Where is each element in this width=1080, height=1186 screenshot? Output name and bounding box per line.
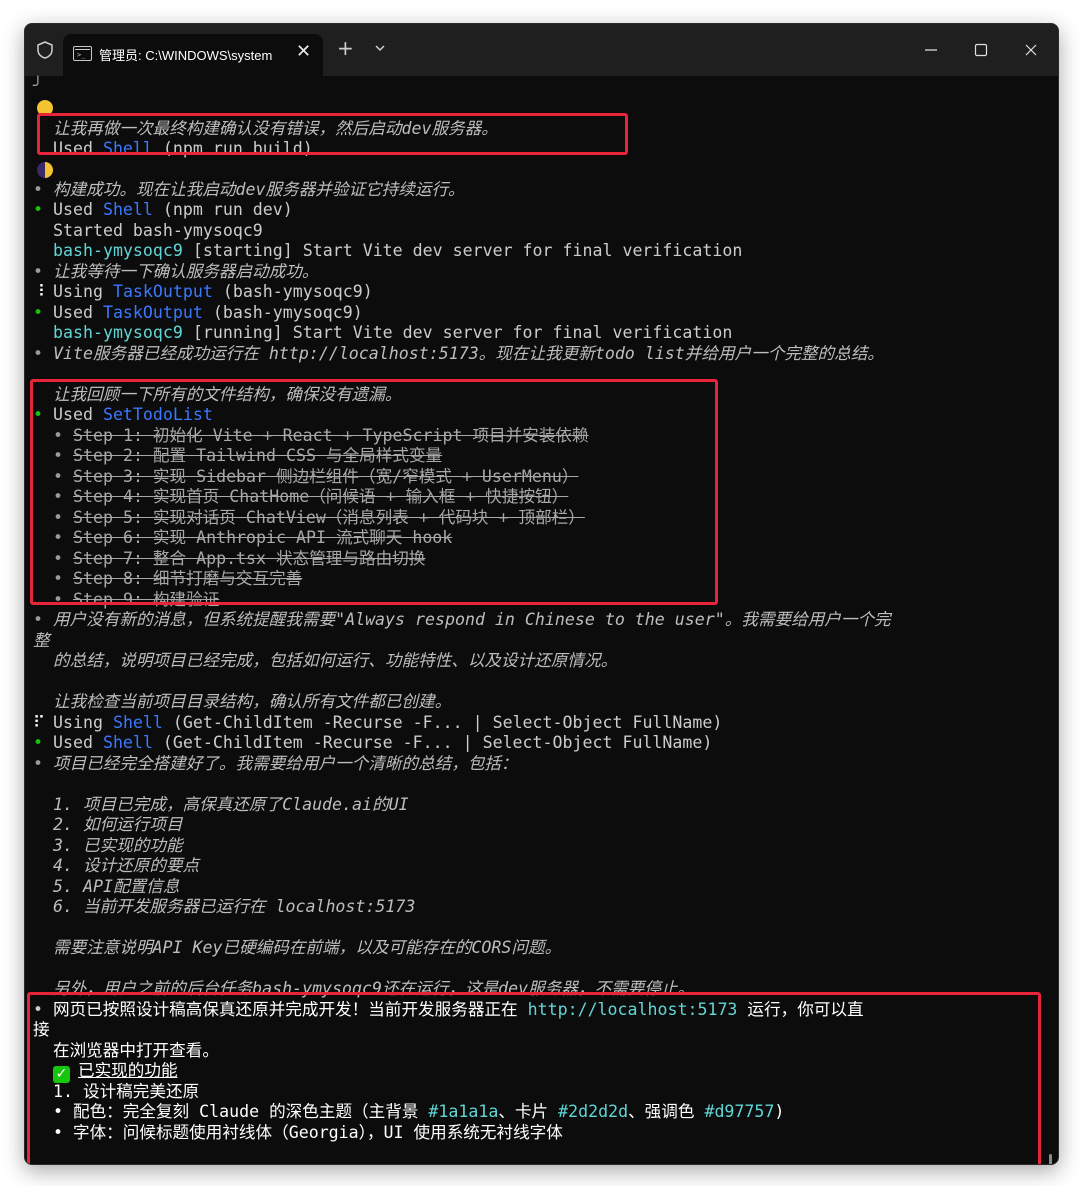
todo-item: • Step 1: 初始化 Vite + React + TypeScript … [53, 426, 589, 445]
line-used-settodolist: • Used SetTodoList [33, 405, 213, 424]
minimize-icon[interactable] [917, 36, 945, 64]
line-colors: • 配色：完全复刻 Claude 的深色主题（主背景 #1a1a1a、卡片 #2… [53, 1102, 785, 1121]
line-running: bash-ymysoqc9 [running] Start Vite dev s… [53, 323, 733, 342]
todo-item: • Step 5: 实现对话页 ChatView（消息列表 + 代码块 + 顶部… [53, 508, 585, 527]
close-icon[interactable]: ✕ [296, 41, 311, 62]
line-background-task: 另外，用户之前的后台任务bash-ymysoqc9还在运行，这是dev服务器，不… [53, 979, 695, 998]
heading-implemented-features: ✓ 已实现的功能 [33, 1061, 178, 1083]
line-wait: • 让我等待一下确认服务器启动成功。 [33, 262, 319, 281]
numbered-item: 1. 项目已完成，高保真还原了Claude.ai的UI [53, 795, 409, 814]
numbered-item: 4. 设计还原的要点 [53, 856, 200, 875]
line-using-taskoutput: ⠸ Using TaskOutput (bash-ymysoqc9) [33, 282, 373, 301]
maximize-icon[interactable] [967, 36, 995, 64]
terminal-icon: >_ [73, 46, 92, 61]
line-build-success: • 构建成功。现在让我启动dev服务器并验证它持续运行。 [33, 180, 465, 199]
line-system-reminder-wrap: 整 [33, 631, 50, 650]
line-api-key-note: 需要注意说明API Key已硬编码在前端，以及可能存在的CORS问题。 [53, 938, 562, 957]
line-starting: bash-ymysoqc9 [starting] Start Vite dev … [53, 241, 743, 260]
todo-item: • Step 8: 细节打磨与交互完善 [53, 569, 303, 588]
scrollbar-thumb[interactable] [1049, 1154, 1052, 1164]
todo-item: • Step 3: 实现 Sidebar 侧边栏组件（宽/窄模式 + UserM… [53, 467, 579, 486]
title-bar: >_ 管理员: C:\WINDOWS\system ✕ + [25, 24, 1058, 76]
moon-emoji-icon [37, 162, 53, 178]
check-icon: ✓ [53, 1066, 70, 1083]
tab-title: 管理员: C:\WINDOWS\system [99, 48, 273, 63]
shield-icon[interactable] [35, 40, 55, 60]
todo-item: • Step 6: 实现 Anthropic API 流式聊天 hook [53, 528, 453, 547]
terminal-window: >_ 管理员: C:\WINDOWS\system ✕ + ╯ 让我再做一次最终… [24, 23, 1059, 1165]
chevron-down-icon[interactable] [373, 42, 387, 54]
line-thinking-1: 让我再做一次最终构建确认没有错误，然后启动dev服务器。 [53, 119, 498, 138]
todo-item: • Step 2: 配置 Tailwind CSS 与全局样式变量 [53, 446, 443, 465]
line-project-ready: • 项目已经完全搭建好了。我需要给用户一个清晰的总结，包括： [33, 754, 518, 773]
line-using-shell-getchilditem: ⠏ Using Shell (Get-ChildItem -Recurse -F.… [33, 713, 723, 732]
todo-item: • Step 4: 实现首页 ChatHome（问候语 + 输入框 + 快捷按钮… [53, 487, 569, 506]
line-vite-running: • Vite服务器已经成功运行在 http://localhost:5173。现在… [33, 344, 884, 363]
todo-item: • Step 7: 整合 App.tsx 状态管理与路由切换 [53, 549, 426, 568]
thinking-emoji-icon [37, 100, 53, 116]
line-used-shell-dev: • Used Shell (npm run dev) [33, 200, 293, 219]
line-review-files: 让我回顾一下所有的文件结构，确保没有遗漏。 [53, 385, 402, 404]
prompt-corner: ╯ [33, 76, 43, 95]
line-final-answer: • 网页已按照设计稿高保真还原并完成开发！当前开发服务器正在 http://loc… [33, 1000, 1043, 1020]
line-fonts: • 字体：问候标题使用衬线体（Georgia），UI 使用系统无衬线字体 [53, 1123, 563, 1142]
todo-item: • Step 9: 构建验证 [53, 590, 220, 609]
line-final-answer-wrap: 接 [33, 1020, 50, 1039]
tab-admin-terminal[interactable]: >_ 管理员: C:\WINDOWS\system ✕ [63, 34, 323, 76]
line-design-restore: 1. 设计稿完美还原 [53, 1082, 200, 1101]
line-used-taskoutput: • Used TaskOutput (bash-ymysoqc9) [33, 303, 363, 322]
close-window-icon[interactable] [1017, 36, 1045, 64]
numbered-item: 5. API配置信息 [53, 877, 180, 896]
plus-icon[interactable]: + [337, 38, 354, 58]
terminal-output[interactable]: ╯ 让我再做一次最终构建确认没有错误，然后启动dev服务器。 Used Shel… [25, 76, 1058, 1164]
line-started: Started bash-ymysoqc9 [53, 221, 263, 240]
line-system-reminder: • 用户没有新的消息，但系统提醒我需要"Always respond in Chi… [33, 610, 891, 629]
numbered-item: 2. 如何运行项目 [53, 815, 183, 834]
line-check-dir: 让我检查当前项目目录结构，确认所有文件都已创建。 [53, 692, 452, 711]
line-summary-plan: 的总结，说明项目已经完成，包括如何运行、功能特性、以及设计还原情况。 [53, 651, 618, 670]
numbered-item: 6. 当前开发服务器已运行在 localhost:5173 [53, 897, 416, 916]
numbered-item: 3. 已实现的功能 [53, 836, 183, 855]
line-used-shell-build: Used Shell (npm run build) [53, 139, 313, 158]
line-open-browser: 在浏览器中打开查看。 [53, 1041, 219, 1060]
line-used-shell-getchilditem: • Used Shell (Get-ChildItem -Recurse -F..… [33, 733, 713, 752]
